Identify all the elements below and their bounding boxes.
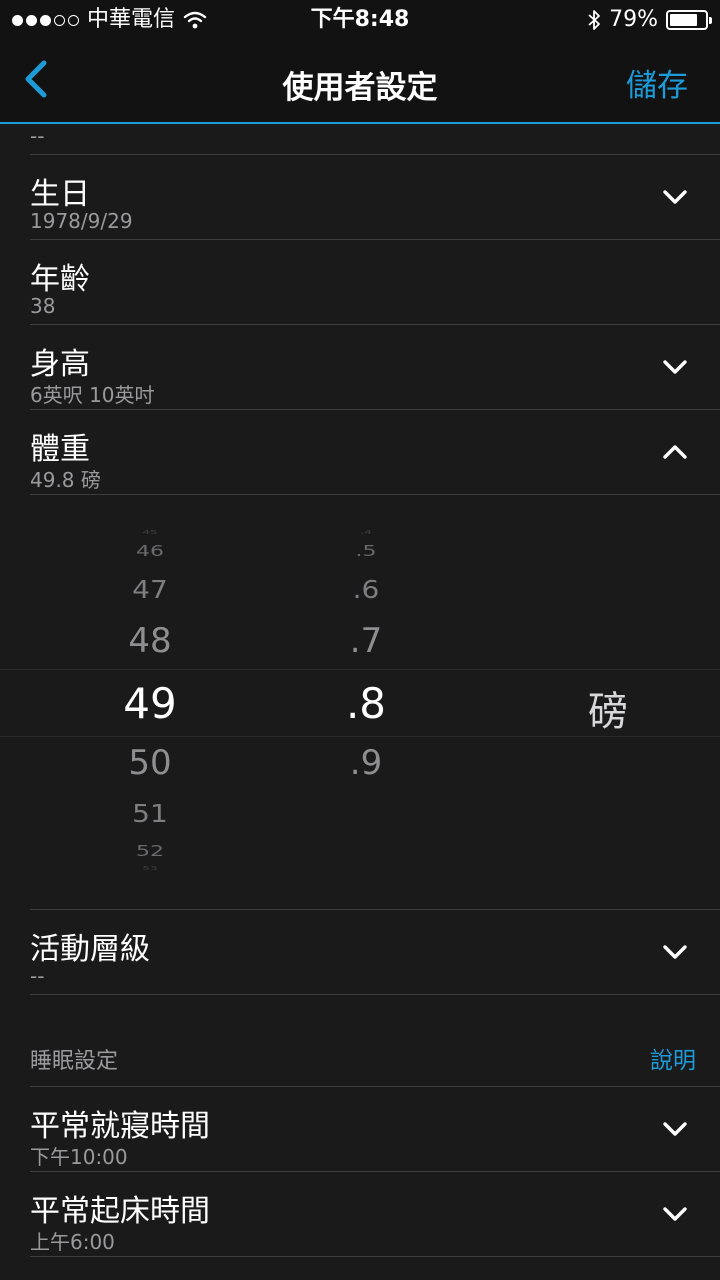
picker-decimal-item[interactable]: .6 xyxy=(316,575,416,604)
weight-label: 體重 xyxy=(30,432,90,467)
picker-decimal-selected[interactable]: .8 xyxy=(316,679,416,728)
screen: 中華電信 下午8:48 79% 使用者設定 儲存 -- 生日 1978/9/29… xyxy=(0,0,720,1280)
age-value: 38 xyxy=(30,294,56,318)
picker-integer-item[interactable]: 48 xyxy=(80,621,220,661)
wake-time-row[interactable]: 平常起床時間 上午6:00 xyxy=(30,1172,720,1257)
list-item-value: -- xyxy=(30,124,45,148)
chevron-down-icon xyxy=(663,190,687,204)
help-link[interactable]: 說明 xyxy=(650,1041,696,1075)
picker-integer-item[interactable]: 51 xyxy=(80,799,220,828)
birthday-row[interactable]: 生日 1978/9/29 xyxy=(30,155,720,240)
chevron-down-icon xyxy=(663,360,687,374)
picker-integer-item[interactable]: 50 xyxy=(80,743,220,783)
wake-time-label: 平常起床時間 xyxy=(30,1194,210,1229)
picker-decimal-item[interactable]: .5 xyxy=(316,543,416,561)
activity-level-label: 活動層級 xyxy=(30,932,150,967)
weight-row[interactable]: 體重 49.8 磅 xyxy=(30,410,720,495)
age-label: 年齡 xyxy=(30,262,90,297)
height-label: 身高 xyxy=(30,347,90,382)
bedtime-row[interactable]: 平常就寢時間 下午10:00 xyxy=(30,1087,720,1172)
picker-integer-selected[interactable]: 49 xyxy=(80,679,220,728)
picker-integer-item[interactable]: 46 xyxy=(80,543,220,561)
height-row[interactable]: 身高 6英呎 10英吋 xyxy=(30,325,720,410)
status-bar: 中華電信 下午8:48 79% xyxy=(0,0,720,40)
birthday-label: 生日 xyxy=(30,177,90,212)
activity-level-value: -- xyxy=(30,964,45,988)
picker-integer-item[interactable]: 52 xyxy=(80,843,220,861)
picker-unit: 磅 xyxy=(588,689,628,735)
birthday-value: 1978/9/29 xyxy=(30,209,133,233)
battery-icon xyxy=(666,10,712,30)
bedtime-value: 下午10:00 xyxy=(30,1145,128,1169)
activity-level-row[interactable]: 活動層級 -- xyxy=(30,910,720,995)
bedtime-label: 平常就寢時間 xyxy=(30,1109,210,1144)
age-row: 年齡 38 xyxy=(30,240,720,325)
nav-bar: 使用者設定 儲存 xyxy=(0,40,720,124)
status-right: 79% xyxy=(587,6,712,34)
bluetooth-icon xyxy=(588,10,600,30)
wake-time-value: 上午6:00 xyxy=(30,1230,115,1254)
picker-decimal-item[interactable]: .9 xyxy=(316,743,416,783)
page-title: 使用者設定 xyxy=(282,70,438,106)
chevron-left-icon xyxy=(25,60,47,98)
battery-percent: 79% xyxy=(609,7,658,32)
picker-decimal-item[interactable]: .7 xyxy=(316,621,416,661)
section-title: 睡眠設定 xyxy=(30,1049,119,1074)
height-value: 6英呎 10英吋 xyxy=(30,383,155,407)
back-button[interactable] xyxy=(22,54,72,104)
chevron-up-icon xyxy=(663,445,687,459)
chevron-down-icon xyxy=(663,1207,687,1221)
picker-decimal-item[interactable]: .4 xyxy=(316,529,416,535)
save-button[interactable]: 儲存 xyxy=(626,60,688,105)
list-item-partial[interactable]: -- xyxy=(30,124,720,155)
chevron-down-icon xyxy=(663,945,687,959)
settings-list: -- 生日 1978/9/29 年齡 38 身高 6英呎 10英吋 體重 49.… xyxy=(0,124,720,1257)
chevron-down-icon xyxy=(663,1122,687,1136)
battery-fill xyxy=(670,14,697,26)
picker-integer-item[interactable]: 53 xyxy=(80,865,220,871)
picker-integer-item[interactable]: 45 xyxy=(80,529,220,535)
picker-integer-item[interactable]: 47 xyxy=(80,575,220,604)
weight-picker[interactable]: 45 46 47 48 49 50 51 52 53 .4 .5 .6 .7 .… xyxy=(0,495,720,910)
weight-value: 49.8 磅 xyxy=(30,468,101,492)
sleep-section-header: 睡眠設定 說明 xyxy=(30,1035,720,1087)
